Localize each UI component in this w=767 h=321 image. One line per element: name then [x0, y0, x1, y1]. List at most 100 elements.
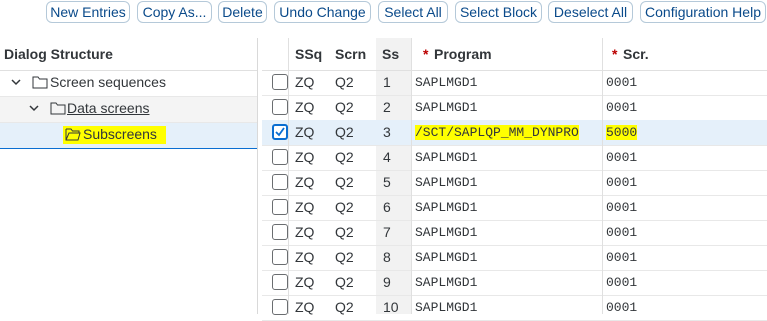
- cell-ss[interactable]: 6: [383, 199, 391, 215]
- copy-as-button[interactable]: Copy As...: [137, 1, 212, 23]
- cell-ssq[interactable]: ZQ: [295, 299, 314, 315]
- select-block-button[interactable]: Select Block: [455, 1, 542, 23]
- table-row[interactable]: ZQ Q2 10 SAPLMGD1 0001: [262, 295, 767, 321]
- cell-ss[interactable]: 3: [383, 124, 391, 140]
- cell-program[interactable]: SAPLMGD1: [415, 100, 477, 115]
- table-row[interactable]: ZQ Q2 6 SAPLMGD1 0001: [262, 195, 767, 221]
- cell-program[interactable]: /SCT/SAPLQP_MM_DYNPRO: [415, 125, 579, 140]
- cell-scrn[interactable]: Q2: [335, 149, 354, 165]
- table-row[interactable]: ZQ Q2 7 SAPLMGD1 0001: [262, 220, 767, 246]
- cell-scrn[interactable]: Q2: [335, 124, 354, 140]
- cell-ssq[interactable]: ZQ: [295, 249, 314, 265]
- tree-item-data-screens[interactable]: Data screens: [0, 97, 257, 123]
- cell-ss[interactable]: 5: [383, 174, 391, 190]
- entries-table: SSq Scrn Ss * Program * Scr. ZQ Q2 1 SAPLMG…: [262, 38, 767, 321]
- tree-item-screen-sequences[interactable]: Screen sequences: [0, 71, 257, 97]
- table-row[interactable]: ZQ Q2 2 SAPLMGD1 0001: [262, 95, 767, 121]
- row-checkbox[interactable]: [272, 149, 288, 165]
- row-checkbox[interactable]: [272, 199, 288, 215]
- cell-ss[interactable]: 1: [383, 74, 391, 90]
- row-checkbox[interactable]: [272, 174, 288, 190]
- cell-scr[interactable]: 0001: [606, 175, 637, 190]
- row-checkbox[interactable]: [272, 124, 288, 140]
- undo-change-button[interactable]: Undo Change: [274, 1, 371, 23]
- toolbar: New Entries Copy As... Delete Undo Chang…: [0, 0, 767, 28]
- row-checkbox[interactable]: [272, 249, 288, 265]
- cell-scrn[interactable]: Q2: [335, 274, 354, 290]
- cell-scr[interactable]: 0001: [606, 200, 637, 215]
- cell-program[interactable]: SAPLMGD1: [415, 250, 477, 265]
- cell-ss[interactable]: 9: [383, 274, 391, 290]
- cell-ssq[interactable]: ZQ: [295, 74, 314, 90]
- row-checkbox[interactable]: [272, 299, 288, 315]
- tree-item-label: Subscreens: [83, 126, 157, 142]
- cell-ssq[interactable]: ZQ: [295, 149, 314, 165]
- cell-scrn[interactable]: Q2: [335, 74, 354, 90]
- cell-ss[interactable]: 7: [383, 224, 391, 240]
- table-row[interactable]: ZQ Q2 4 SAPLMGD1 0001: [262, 145, 767, 171]
- cell-scr[interactable]: 0001: [606, 100, 637, 115]
- delete-button[interactable]: Delete: [218, 1, 267, 23]
- cell-scr[interactable]: 0001: [606, 225, 637, 240]
- table-row[interactable]: ZQ Q2 3/SCT/SAPLQP_MM_DYNPRO 5000: [262, 120, 767, 146]
- deselect-all-button[interactable]: Deselect All: [548, 1, 633, 23]
- tree-item-label: Data screens: [67, 100, 150, 116]
- tree-item-subscreens[interactable]: Subscreens: [0, 123, 257, 149]
- table-row[interactable]: ZQ Q2 8 SAPLMGD1 0001: [262, 245, 767, 271]
- row-checkbox[interactable]: [272, 99, 288, 115]
- column-header-ss[interactable]: Ss: [382, 46, 399, 62]
- table-row[interactable]: ZQ Q2 9 SAPLMGD1 0001: [262, 270, 767, 296]
- cell-scrn[interactable]: Q2: [335, 224, 354, 240]
- cell-scr[interactable]: 0001: [606, 300, 637, 315]
- dialog-structure-panel: Dialog Structure Screen sequences Data s…: [0, 38, 258, 314]
- new-entries-button[interactable]: New Entries: [46, 1, 130, 23]
- column-header-ssq[interactable]: SSq: [295, 46, 322, 62]
- table-row[interactable]: ZQ Q2 5 SAPLMGD1 0001: [262, 170, 767, 196]
- row-checkbox[interactable]: [272, 224, 288, 240]
- column-header-scrn[interactable]: Scrn: [335, 46, 366, 62]
- cell-scrn[interactable]: Q2: [335, 174, 354, 190]
- cell-scr[interactable]: 0001: [606, 75, 637, 90]
- cell-ssq[interactable]: ZQ: [295, 274, 314, 290]
- cell-ssq[interactable]: ZQ: [295, 224, 314, 240]
- table-row[interactable]: ZQ Q2 1 SAPLMGD1 0001: [262, 70, 767, 96]
- row-checkbox[interactable]: [272, 274, 288, 290]
- row-checkbox[interactable]: [272, 74, 288, 90]
- cell-program[interactable]: SAPLMGD1: [415, 175, 477, 190]
- cell-ssq[interactable]: ZQ: [295, 174, 314, 190]
- cell-scr[interactable]: 0001: [606, 150, 637, 165]
- cell-scrn[interactable]: Q2: [335, 99, 354, 115]
- column-divider: [288, 38, 289, 314]
- cell-ssq[interactable]: ZQ: [295, 199, 314, 215]
- cell-program[interactable]: SAPLMGD1: [415, 75, 477, 90]
- cell-ssq[interactable]: ZQ: [295, 124, 314, 140]
- cell-ssq[interactable]: ZQ: [295, 99, 314, 115]
- cell-scr[interactable]: 5000: [606, 125, 638, 140]
- cell-ss[interactable]: 2: [383, 99, 391, 115]
- checkmark-icon: [275, 127, 285, 137]
- cell-scrn[interactable]: Q2: [335, 199, 354, 215]
- column-header-scr[interactable]: Scr.: [623, 46, 649, 62]
- chevron-down-icon[interactable]: [29, 103, 39, 113]
- chevron-down-icon[interactable]: [11, 77, 21, 87]
- cell-program[interactable]: SAPLMGD1: [415, 225, 477, 240]
- folder-open-icon: [65, 128, 81, 141]
- cell-program[interactable]: SAPLMGD1: [415, 275, 477, 290]
- column-header-program[interactable]: Program: [434, 46, 492, 62]
- cell-scrn[interactable]: Q2: [335, 299, 354, 315]
- column-divider: [411, 38, 412, 314]
- cell-program[interactable]: SAPLMGD1: [415, 150, 477, 165]
- cell-ss[interactable]: 8: [383, 249, 391, 265]
- cell-scr[interactable]: 0001: [606, 250, 637, 265]
- select-all-button[interactable]: Select All: [378, 1, 448, 23]
- cell-ss[interactable]: 4: [383, 149, 391, 165]
- cell-program[interactable]: SAPLMGD1: [415, 300, 477, 315]
- configuration-help-button[interactable]: Configuration Help: [640, 1, 766, 23]
- table-header: SSq Scrn Ss * Program * Scr.: [262, 38, 767, 71]
- cell-ss[interactable]: 10: [383, 299, 399, 315]
- cell-scrn[interactable]: Q2: [335, 249, 354, 265]
- cell-scr[interactable]: 0001: [606, 275, 637, 290]
- tree-item-label: Screen sequences: [50, 74, 166, 90]
- cell-program[interactable]: SAPLMGD1: [415, 200, 477, 215]
- dialog-structure-title: Dialog Structure: [0, 38, 257, 71]
